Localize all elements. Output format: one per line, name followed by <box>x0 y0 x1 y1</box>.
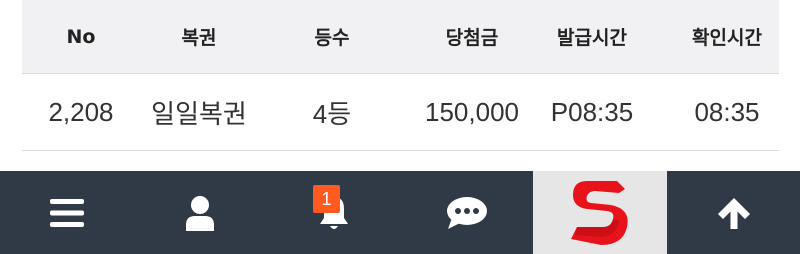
menu-button[interactable] <box>0 171 133 254</box>
header-no: No <box>66 25 96 48</box>
cell-lottery: 일일복권 <box>151 98 247 129</box>
arrow-up-icon <box>717 197 750 229</box>
header-rank: 등수 <box>314 27 350 49</box>
cell-check-time: 08:35 <box>694 96 760 127</box>
bottom-navbar: 1 <box>0 171 800 254</box>
user-icon <box>186 195 214 231</box>
chat-button[interactable] <box>400 171 533 254</box>
chat-icon <box>446 196 487 229</box>
header-prize: 당첨금 <box>445 27 499 49</box>
site-logo-button[interactable] <box>533 171 667 254</box>
user-button[interactable] <box>133 171 267 254</box>
table-row: 2,208 일일복권 4등 150,000 P08:35 08:35 <box>22 74 779 151</box>
cell-prize: 150,000 <box>425 96 519 127</box>
header-check-time: 확인시간 <box>692 27 762 49</box>
table-header: No 복권 등수 당첨금 발급시간 확인시간 <box>22 0 779 74</box>
winnings-table: No 복권 등수 당첨금 발급시간 확인시간 2,208 일일복권 4등 150… <box>22 0 779 151</box>
cell-issue-time: P08:35 <box>550 96 634 127</box>
cell-rank: 4등 <box>312 98 352 129</box>
header-issue-time: 발급시간 <box>557 27 627 49</box>
notification-badge: 1 <box>313 185 340 213</box>
menu-icon <box>49 198 84 227</box>
scroll-top-button[interactable] <box>667 171 800 254</box>
s-logo <box>571 180 628 245</box>
cell-no: 2,208 <box>48 96 114 127</box>
header-lottery: 복권 <box>181 27 217 49</box>
